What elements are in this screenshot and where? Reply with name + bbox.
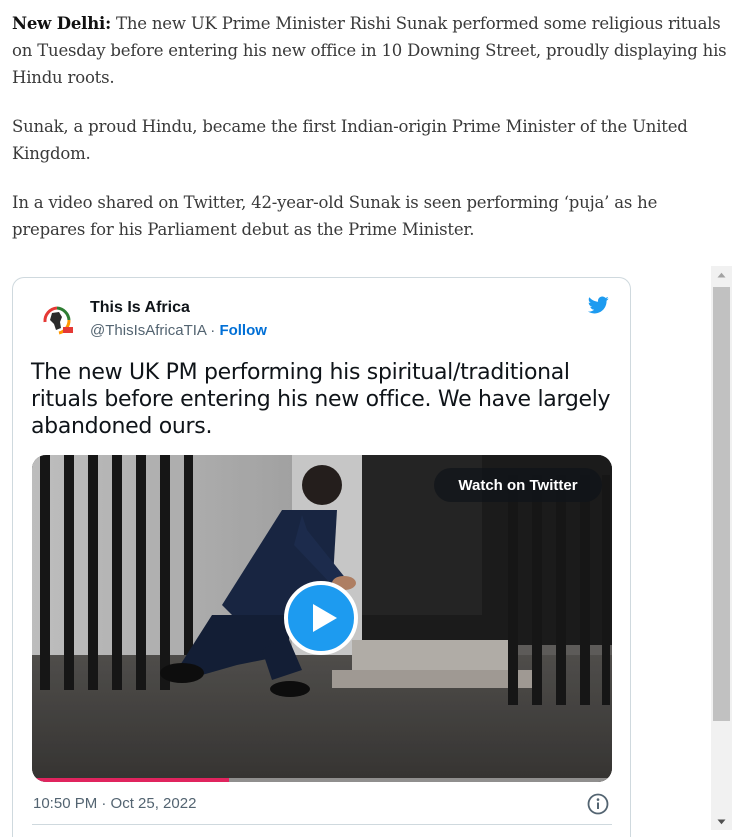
avatar-logo-icon (38, 301, 76, 339)
article-paragraph-3: In a video shared on Twitter, 42-year-ol… (12, 193, 658, 239)
tweet-video[interactable]: Watch on Twitter (32, 455, 612, 782)
scrollbar-thumb[interactable] (713, 287, 730, 721)
follow-link[interactable]: Follow (219, 322, 267, 339)
tweet-text: The new UK PM performing his spiritual/t… (31, 360, 611, 439)
play-icon[interactable] (283, 580, 359, 656)
handle-separator: · (206, 322, 220, 339)
video-progress-track[interactable] (32, 778, 612, 782)
article-paragraph-2: Sunak, a proud Hindu, became the first I… (12, 117, 688, 163)
article-body: New Delhi: The new UK Prime Minister Ris… (12, 10, 732, 265)
tweet-embed[interactable]: This Is Africa @ThisIsAfricaTIA · Follow… (12, 277, 631, 837)
avatar[interactable] (37, 300, 77, 340)
twitter-bird-icon[interactable] (585, 294, 611, 316)
scroll-down-arrow-icon[interactable] (711, 813, 732, 830)
tweet-handle[interactable]: @ThisIsAfricaTIA (90, 322, 206, 339)
article-paragraph-1: New Delhi: The new UK Prime Minister Ris… (12, 10, 732, 91)
scroll-up-arrow-icon[interactable] (711, 266, 732, 283)
video-progress-fill (32, 778, 230, 782)
tweet-timestamp[interactable]: 10:50 PM · Oct 25, 2022 (33, 795, 196, 812)
tweet-header: This Is Africa @ThisIsAfricaTIA · Follow (13, 278, 630, 350)
paragraph-1-text: The new UK Prime Minister Rishi Sunak pe… (12, 14, 727, 87)
info-icon[interactable] (587, 793, 609, 815)
watch-on-twitter-button[interactable]: Watch on Twitter (434, 468, 602, 502)
tweet-author-name[interactable]: This Is Africa (90, 299, 190, 317)
tweet-handle-row: @ThisIsAfricaTIA · Follow (90, 322, 267, 339)
dateline: New Delhi: (12, 14, 111, 33)
footer-divider (32, 824, 612, 825)
embed-scrollbar[interactable] (711, 266, 732, 830)
